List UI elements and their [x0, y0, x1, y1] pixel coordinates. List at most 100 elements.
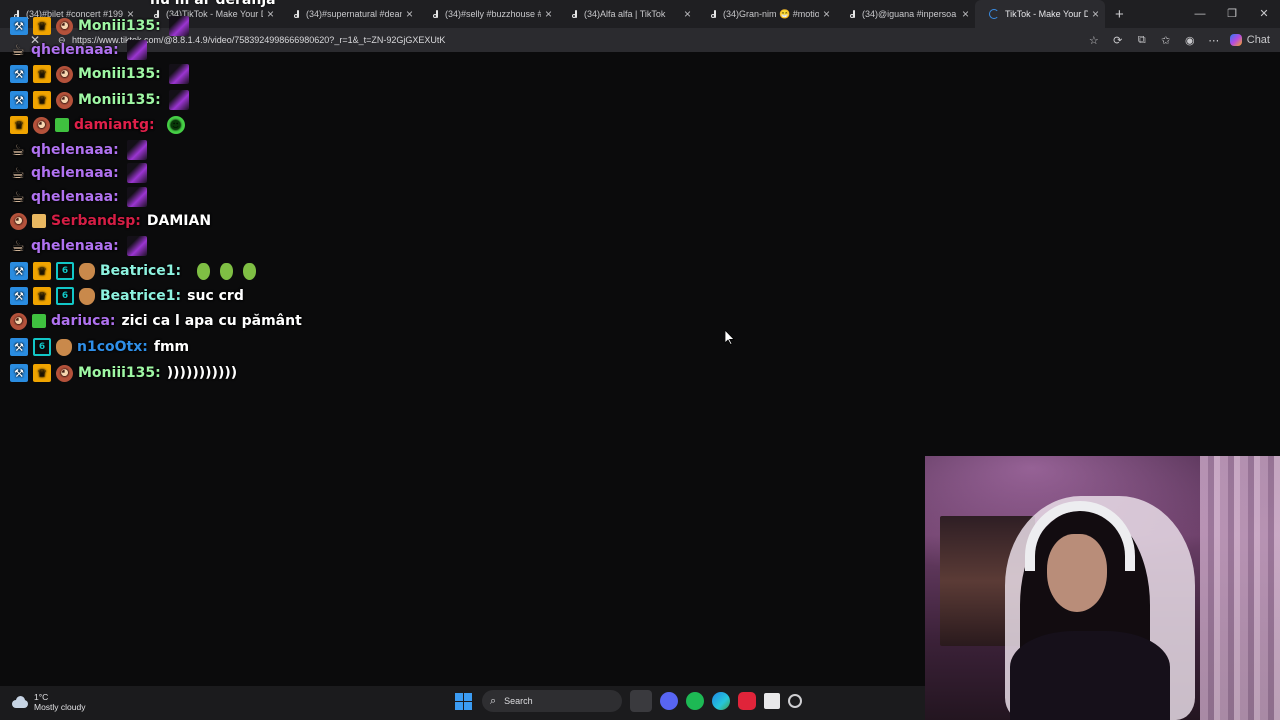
hand-badge-icon [56, 338, 72, 356]
cup-badge-icon: ☕ [11, 237, 25, 255]
chat-message: ☕ qhelenaaa: [10, 139, 147, 161]
pixel-emote-icon [126, 140, 147, 160]
search-icon: ⌕ [490, 694, 497, 707]
moderator-badge-icon: ⚒ [10, 287, 28, 305]
chat-username[interactable]: Moniii135: [78, 92, 161, 108]
task-view-icon[interactable] [630, 690, 652, 712]
chat-message-text: ))))))))))) [166, 365, 238, 381]
chat-message: ☕ qhelenaaa: [10, 162, 147, 184]
pixel-emote-icon [168, 16, 189, 36]
fox-badge-icon: ◕ [56, 17, 73, 35]
chat-message: ⚒ ♛ 6 Beatrice1: [10, 260, 257, 282]
copilot-chat-button[interactable]: Chat [1226, 34, 1280, 46]
tiktok-favicon-icon [711, 9, 718, 19]
fox-badge-icon: ◕ [56, 91, 73, 109]
more-menu-icon[interactable]: ⋯ [1202, 34, 1226, 47]
moderator-badge-icon: ⚒ [10, 338, 28, 356]
weather-condition: Mostly cloudy [34, 702, 86, 712]
fox-badge-icon: ◕ [33, 116, 50, 134]
chat-message: ⚒ 6 n1coOtx: fmm [10, 336, 189, 358]
maximize-button[interactable]: ❐ [1216, 0, 1248, 28]
taskbar-apps: ⌕ Search [452, 690, 802, 712]
fox-badge-icon: ◕ [10, 312, 27, 330]
chat-username[interactable]: Beatrice1: [100, 263, 181, 279]
profile-avatar-icon[interactable]: ◉ [1178, 34, 1202, 47]
close-tab-icon[interactable]: × [823, 7, 830, 21]
chat-message: ☕ qhelenaaa: [10, 186, 147, 208]
chat-username[interactable]: Moniii135: [78, 66, 161, 82]
obs-icon[interactable] [788, 694, 802, 708]
smile-emote-icon: ☻ [166, 116, 185, 134]
browser-tab[interactable]: TikTok - Make Your Day × [975, 0, 1105, 28]
window-controls: — ❐ ✕ [1184, 0, 1280, 28]
pixel-emote-icon [126, 187, 147, 207]
spotify-icon[interactable] [686, 692, 704, 710]
fox-badge-icon: ◕ [10, 212, 27, 230]
chat-message-text: zici ca l apa cu pământ [121, 313, 302, 329]
hand-badge-icon [79, 287, 95, 305]
chat-message: ⚒ ♛ ◕ Moniii135: [10, 89, 189, 111]
fox-badge-icon: ◕ [56, 364, 73, 382]
tiktok-favicon-icon [850, 9, 857, 19]
chat-username[interactable]: qhelenaaa: [31, 238, 119, 254]
favorites-icon[interactable]: ✩ [1154, 34, 1178, 47]
cloud-weather-icon [10, 695, 28, 709]
chat-username[interactable]: Moniii135: [78, 18, 161, 34]
cup-badge-icon: ☕ [11, 141, 25, 159]
crown-badge-icon: ♛ [33, 91, 51, 109]
webcam-streamer-body [1010, 631, 1170, 720]
file-explorer-icon[interactable] [764, 693, 780, 709]
close-tab-icon[interactable]: × [962, 7, 969, 21]
pixel-emote-icon [168, 90, 189, 110]
crown-badge-icon: ♛ [33, 287, 51, 305]
chat-username[interactable]: qhelenaaa: [31, 189, 119, 205]
fox-badge-icon: ◕ [56, 65, 73, 83]
discord-icon[interactable] [660, 692, 678, 710]
browser-tab[interactable]: (34)Gran-nim 😁 #motionin × [697, 0, 836, 28]
copilot-icon [1229, 34, 1242, 46]
pixel-emote-icon [168, 64, 189, 84]
chat-message: ⚒ ♛ ◕ Moniii135:))))))))))) [10, 362, 237, 384]
chat-message-text: suc crd [187, 288, 244, 304]
pixel-emote-icon [126, 163, 147, 183]
loading-spinner-icon [989, 9, 999, 19]
gift-badge-icon [55, 118, 69, 132]
weather-widget[interactable]: 1°C Mostly cloudy [10, 692, 86, 712]
refresh-icon[interactable]: ⟳ [1106, 34, 1130, 47]
chat-username[interactable]: dariuca: [51, 313, 115, 329]
new-tab-button[interactable]: + [1115, 6, 1124, 23]
favorite-star-icon[interactable]: ☆ [1082, 34, 1106, 47]
chat-username[interactable]: Beatrice1: [100, 288, 181, 304]
chat-message: ⚒ ♛ ◕ Moniii135: [10, 15, 189, 37]
hand-badge-icon [79, 262, 95, 280]
taskbar-search-placeholder: Search [504, 696, 533, 706]
chat-username[interactable]: n1coOtx: [77, 339, 148, 355]
chat-message-text: DAMIAN [146, 213, 212, 229]
red-app-icon[interactable] [738, 692, 756, 710]
chat-username[interactable]: qhelenaaa: [31, 142, 119, 158]
gift-badge-icon [32, 314, 46, 328]
minimize-button[interactable]: — [1184, 0, 1216, 28]
browser-tab[interactable]: (34)@iguana #inpersoa × [836, 0, 975, 28]
chat-message: ⚒ ♛ ◕ Moniii135: [10, 63, 189, 85]
extensions-icon[interactable]: ⧉ [1130, 34, 1154, 47]
chat-username[interactable]: damiantg: [74, 117, 155, 133]
close-window-button[interactable]: ✕ [1248, 0, 1280, 28]
chat-message: ◕ Serbandsp: DAMIAN [10, 210, 211, 232]
cup-badge-icon: ☕ [11, 41, 25, 59]
close-tab-icon[interactable]: × [1092, 7, 1099, 21]
chat-username[interactable]: Moniii135: [78, 365, 161, 381]
chat-username[interactable]: Serbandsp: [51, 213, 141, 229]
edge-browser-icon[interactable] [712, 692, 730, 710]
pear-emote-icon [243, 262, 257, 280]
windows-start-icon[interactable] [452, 690, 474, 712]
chat-username[interactable]: qhelenaaa: [31, 42, 119, 58]
taskbar-search-box[interactable]: ⌕ Search [482, 690, 622, 712]
windows-taskbar: 1°C Mostly cloudy ⌕ Search [0, 686, 925, 720]
moderator-badge-icon: ⚒ [10, 364, 28, 382]
chat-username[interactable]: qhelenaaa: [31, 165, 119, 181]
tab-title: TikTok - Make Your Day [1005, 9, 1088, 19]
pixel-emote-icon [126, 236, 147, 256]
crown-badge-icon: ♛ [33, 17, 51, 35]
chat-message-text: fmm [153, 339, 190, 355]
